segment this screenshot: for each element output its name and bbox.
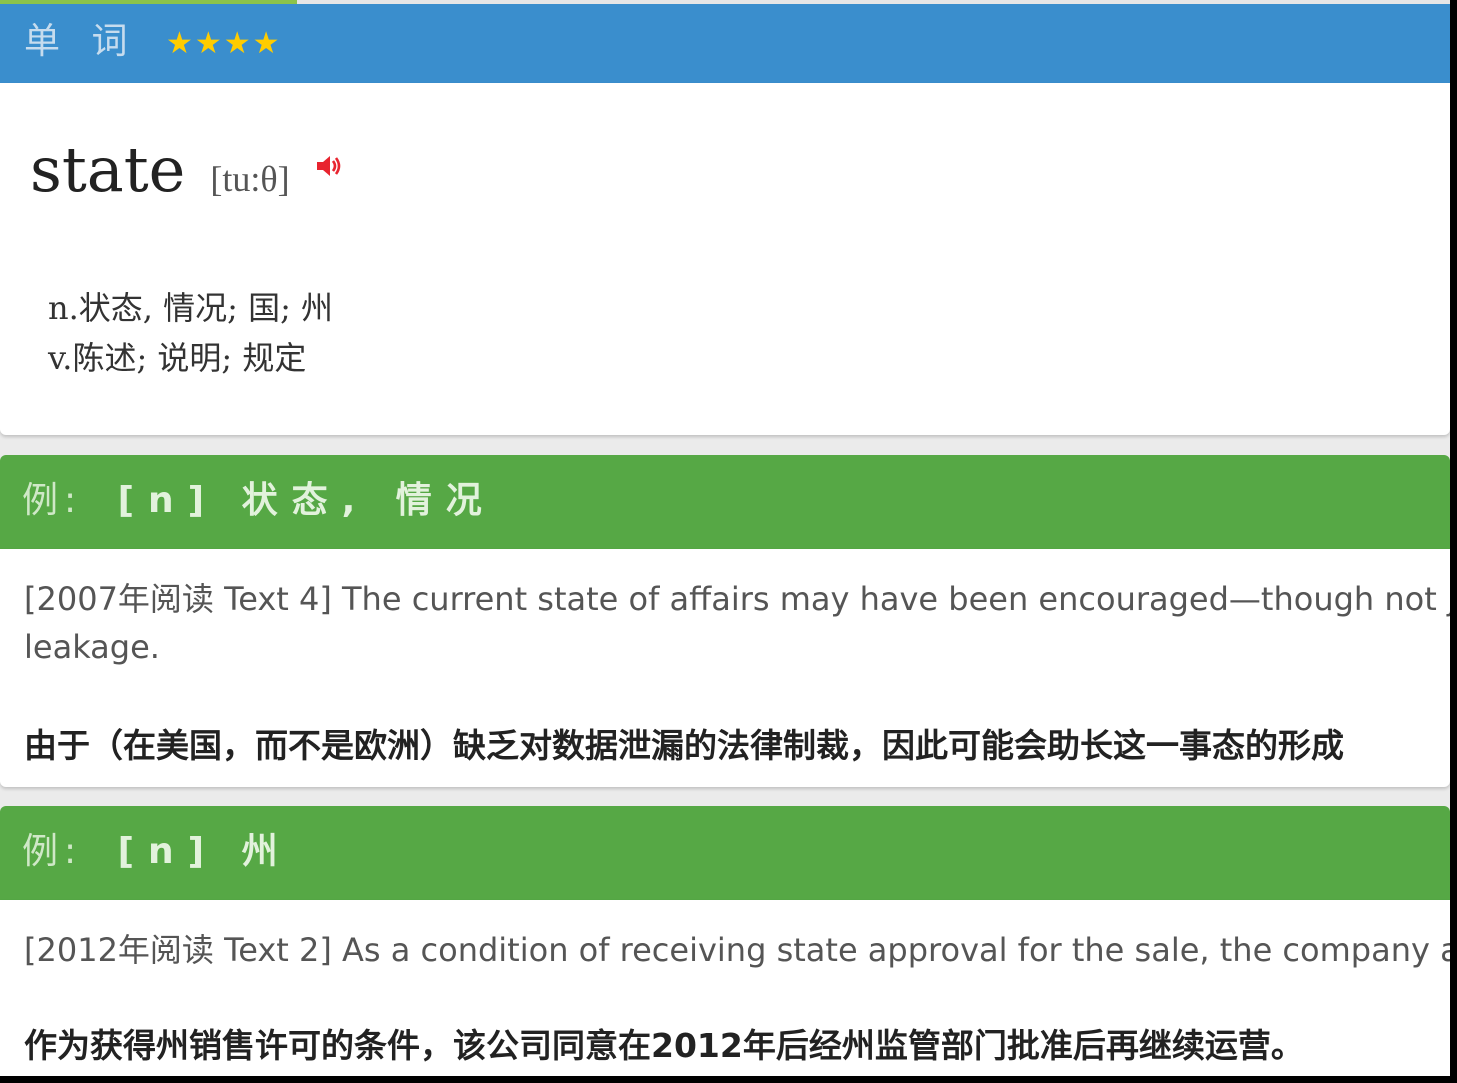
example-chinese: 由于（在美国，而不是欧洲）缺乏对数据泄漏的法律制裁，因此可能会助长这一事态的形成 [24, 726, 1344, 765]
example-label: 例: [n] 州 [22, 830, 292, 874]
phonetic: [tu:θ] [210, 159, 290, 199]
example-english-line: [2007年阅读 Text 4] The current state of af… [24, 580, 1450, 618]
word-header: 单 词 ★★★★ [0, 4, 1450, 83]
example-label: 例: [n] 状态, 情况 [22, 479, 496, 523]
header-title: 单 词 [24, 21, 138, 62]
definition-verb: v.陈述; 说明; 规定 [48, 339, 307, 377]
example-meaning: 状态, 情况 [241, 480, 496, 521]
part-of-speech: [n] [117, 480, 219, 521]
definition-noun: n.状态, 情况; 国; 州 [48, 289, 334, 327]
speaker-icon[interactable] [315, 153, 345, 179]
example-body-1: [2007年阅读 Text 4] The current state of af… [0, 549, 1450, 787]
star-rating: ★★★★ [166, 26, 282, 61]
example-header-2: 例: [n] 州 [0, 806, 1450, 900]
example-english-line: leakage. [24, 628, 160, 666]
definitions: n.状态, 情况; 国; 州 v.陈述; 说明; 规定 [48, 283, 333, 383]
app-viewport: 单 词 ★★★★ state [tu:θ] n.状态, 情况; 国; 州 v.陈… [0, 0, 1450, 1076]
headword: state [30, 133, 186, 206]
example-body-2: [2012年阅读 Text 2] As a condition of recei… [0, 900, 1450, 1076]
word-card: state [tu:θ] n.状态, 情况; 国; 州 v.陈述; 说明; 规定 [0, 83, 1450, 435]
example-english: [2012年阅读 Text 2] As a condition of recei… [24, 931, 1450, 969]
example-meaning: 州 [241, 831, 292, 872]
example-header-1: 例: [n] 状态, 情况 [0, 455, 1450, 549]
example-prefix: 例: [22, 831, 83, 872]
example-chinese: 作为获得州销售许可的条件，该公司同意在2012年后经州监管部门批准后再继续运营。 [24, 1026, 1304, 1065]
part-of-speech: [n] [117, 831, 219, 872]
example-prefix: 例: [22, 480, 83, 521]
headword-line: state [tu:θ] [30, 133, 345, 206]
example-english: [2007年阅读 Text 4] The current state of af… [24, 575, 1450, 671]
